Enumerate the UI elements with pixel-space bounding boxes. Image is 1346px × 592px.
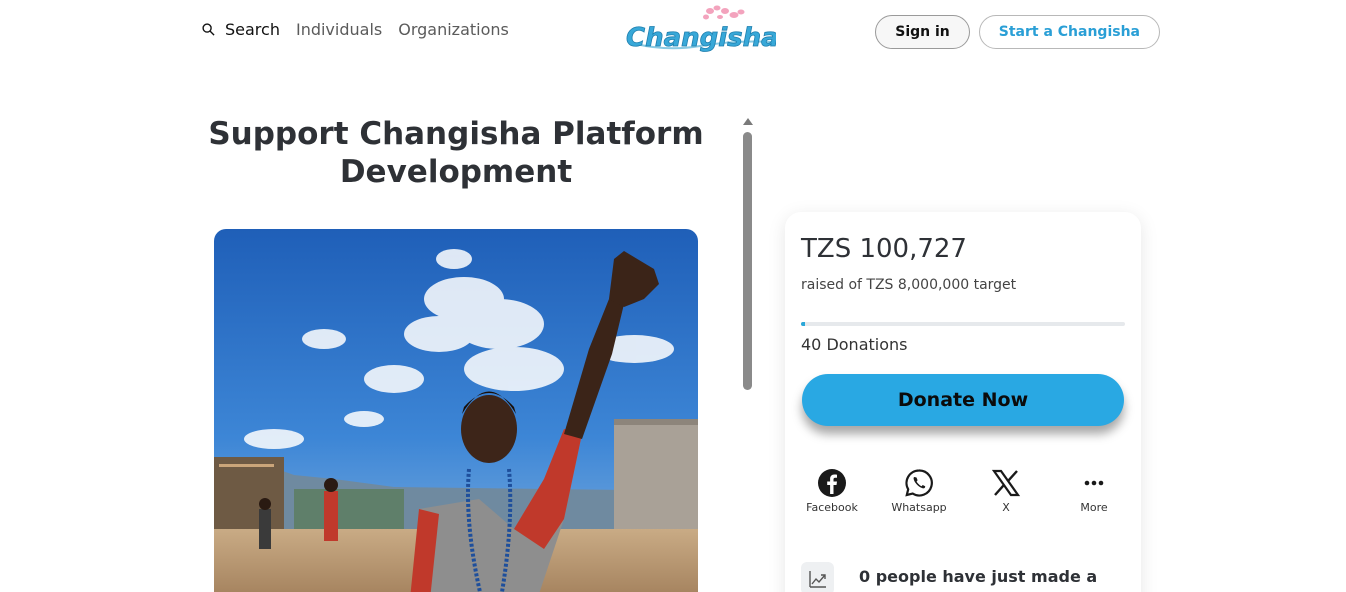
share-label-whatsapp: Whatsapp	[891, 501, 947, 514]
facebook-icon	[818, 469, 846, 497]
donation-card: TZS 100,727 raised of TZS 8,000,000 targ…	[785, 212, 1141, 592]
campaign-image	[214, 229, 698, 592]
progress-bar	[801, 322, 1125, 326]
trending-icon	[801, 562, 834, 592]
share-label-x: X	[1002, 501, 1010, 514]
target-text: raised of TZS 8,000,000 target	[801, 277, 1017, 293]
share-facebook[interactable]: Facebook	[792, 468, 872, 514]
campaign-title: Support Changisha Platform Development	[208, 116, 704, 190]
logo-text: Changisha	[626, 23, 776, 53]
scrollbar[interactable]	[740, 116, 756, 592]
hero-illustration	[214, 229, 698, 592]
search-icon	[202, 23, 215, 36]
start-changisha-button[interactable]: Start a Changisha	[978, 15, 1160, 49]
x-icon	[991, 469, 1021, 497]
nav-link-individuals[interactable]: Individuals	[296, 20, 382, 39]
top-navigation: Search Individuals Organizations Changis…	[0, 0, 1346, 64]
search-link[interactable]: Search	[202, 20, 280, 39]
share-label-facebook: Facebook	[806, 501, 858, 514]
share-whatsapp[interactable]: Whatsapp	[879, 468, 959, 514]
activity-text: 0 people have just made a	[859, 567, 1098, 586]
nav-right: Sign in Start a Changisha	[875, 15, 1160, 49]
amount-raised: TZS 100,727	[801, 234, 967, 264]
nav-link-organizations[interactable]: Organizations	[398, 20, 509, 39]
scroll-up-icon[interactable]	[743, 118, 753, 125]
share-more[interactable]: More	[1054, 468, 1134, 514]
donate-now-button[interactable]: Donate Now	[802, 374, 1124, 426]
signin-button[interactable]: Sign in	[875, 15, 970, 49]
nav-left: Search Individuals Organizations	[202, 20, 509, 39]
changisha-logo[interactable]: Changisha	[624, 2, 776, 56]
whatsapp-icon	[905, 469, 933, 497]
progress-fill	[801, 322, 806, 326]
donations-count: 40 Donations	[801, 335, 908, 354]
share-label-more: More	[1080, 501, 1108, 514]
share-x[interactable]: X	[966, 468, 1046, 514]
search-label: Search	[225, 20, 280, 39]
scroll-thumb[interactable]	[743, 132, 752, 390]
more-icon	[1084, 480, 1104, 486]
